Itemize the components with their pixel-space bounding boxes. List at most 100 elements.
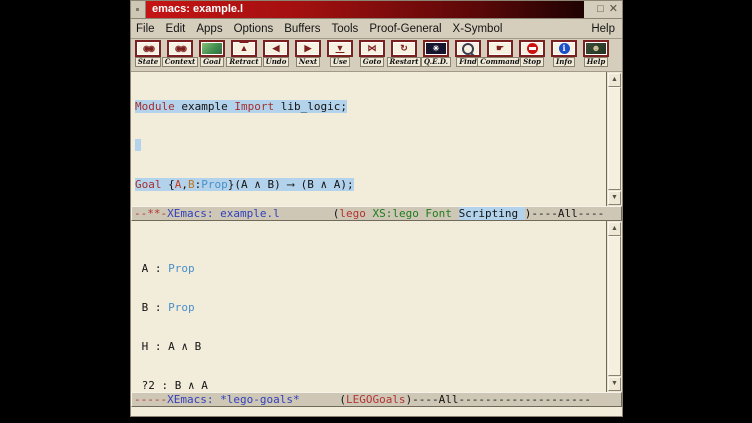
modeline-space xyxy=(452,207,459,220)
menu-item-options[interactable]: Options xyxy=(234,23,274,35)
window-menu-button[interactable] xyxy=(131,1,146,18)
menu-item-tools[interactable]: Tools xyxy=(331,23,358,35)
toolbar-label: Command xyxy=(477,57,523,67)
scrollbar-thumb[interactable] xyxy=(608,236,621,376)
toolbar-label: Q.E.D. xyxy=(421,57,451,67)
goal-token: Prop xyxy=(168,262,195,275)
next-right-icon: ▶ xyxy=(295,40,321,57)
goal-picture-icon xyxy=(199,40,225,57)
modeline-minor-modes: XS:lego Font xyxy=(372,207,451,220)
toolbar-label: Context xyxy=(162,57,198,67)
toolbar-label: Retract xyxy=(226,57,261,67)
up-triangle-glyph: ▲ xyxy=(240,42,249,55)
toolbar-label: Help xyxy=(584,57,609,67)
menu-item-help[interactable]: Help xyxy=(591,23,615,35)
goto-bowtie-icon: ⋈ xyxy=(359,40,385,57)
goal-token: A : xyxy=(135,262,168,275)
title-bar-red-area[interactable]: emacs: example.l xyxy=(146,1,584,18)
scrollbar-up-arrow-icon[interactable]: ▲ xyxy=(608,73,621,87)
menu-bar: File Edit Apps Options Buffers Tools Pro… xyxy=(131,19,622,39)
code-token: { xyxy=(162,178,175,191)
close-button[interactable]: ✕ xyxy=(609,4,618,15)
menu-item-proof-general[interactable]: Proof-General xyxy=(369,23,441,35)
menu-item-x-symbol[interactable]: X-Symbol xyxy=(453,23,503,35)
toolbar-label: Stop xyxy=(520,57,544,67)
code-token: , xyxy=(181,178,188,191)
scrollbar-up-arrow-icon[interactable]: ▲ xyxy=(608,222,621,236)
modeline-suffix: )----All---- xyxy=(525,207,604,220)
toolbar-button-stop[interactable]: Stop xyxy=(517,40,547,67)
code-line: Goal {A,B:Prop}(A ∧ B) ⟶ (B ∧ A); xyxy=(135,178,606,191)
toolbar-button-context[interactable]: ◉◉ Context xyxy=(165,40,195,67)
toolbar-button-command[interactable]: ☛ Command xyxy=(485,40,515,67)
code-token: }(A ∧ B) ⟶ (B ∧ A); xyxy=(228,178,354,191)
toolbar-label: Use xyxy=(330,57,351,67)
code-line xyxy=(135,139,606,152)
toolbar-label: Goto xyxy=(360,57,385,67)
script-buffer-pane: Module example Import lib_logic; Goal {A… xyxy=(131,72,622,206)
magnifier-glyph xyxy=(462,43,474,55)
script-buffer[interactable]: Module example Import lib_logic; Goal {A… xyxy=(131,72,606,206)
code-token: lib_logic; xyxy=(274,100,347,113)
no-entry-glyph xyxy=(527,43,538,54)
toolbar-button-qed[interactable]: ✳ Q.E.D. xyxy=(421,40,451,67)
goal-line: B : Prop xyxy=(135,301,606,314)
menu-item-buffers[interactable]: Buffers xyxy=(284,23,320,35)
toolbar-label: State xyxy=(135,57,162,67)
toolbar-button-next[interactable]: ▶ Next xyxy=(293,40,323,67)
menu-item-apps[interactable]: Apps xyxy=(196,23,222,35)
toolbar-button-goal[interactable]: Goal xyxy=(197,40,227,67)
modeline-buffer-name: XEmacs: *lego-goals* xyxy=(167,393,299,406)
goal-token: B : xyxy=(135,301,168,314)
maximize-button[interactable]: □ xyxy=(597,4,604,15)
stop-no-entry-icon xyxy=(519,40,545,57)
proof-toolbar: ◉◉ State ◉◉ Context Goal ▲ Retract ◀ Und… xyxy=(131,39,622,72)
code-line: Module example Import lib_logic; xyxy=(135,100,606,113)
menu-item-file[interactable]: File xyxy=(136,23,155,35)
modified-indicator: --**- xyxy=(134,207,167,220)
modeline-major-mode: lego xyxy=(339,207,366,220)
scrollbar-down-arrow-icon[interactable]: ▼ xyxy=(608,191,621,205)
toolbar-button-info[interactable]: i Info xyxy=(549,40,579,67)
find-magnifier-icon xyxy=(455,40,481,57)
toolbar-button-use[interactable]: ▼ Use xyxy=(325,40,355,67)
goals-modeline: -----XEmacs: *lego-goals* (LEGOGoals)---… xyxy=(131,392,622,407)
toolbar-button-retract[interactable]: ▲ Retract xyxy=(229,40,259,67)
toolbar-label: Undo xyxy=(263,57,290,67)
restart-circular-arrow-icon: ↻ xyxy=(391,40,417,57)
goals-buffer[interactable]: A : Prop B : Prop H : A ∧ B ?2 : B ∧ A xyxy=(131,221,606,392)
scrollbar-thumb[interactable] xyxy=(608,87,621,190)
code-token: B xyxy=(188,178,195,191)
goal-token: H : A ∧ B xyxy=(135,340,201,353)
code-token: Import xyxy=(234,100,274,113)
down-triangle-glyph: ▼ xyxy=(336,42,345,55)
scrollbar-down-arrow-icon[interactable]: ▼ xyxy=(608,377,621,391)
code-token: Prop xyxy=(201,178,228,191)
glasses-icon: ◉◉ xyxy=(167,40,193,57)
toolbar-button-undo[interactable]: ◀ Undo xyxy=(261,40,291,67)
goal-token: Prop xyxy=(168,301,195,314)
retract-up-icon: ▲ xyxy=(231,40,257,57)
toolbar-button-restart[interactable]: ↻ Restart xyxy=(389,40,419,67)
info-icon: i xyxy=(551,40,577,57)
title-bar[interactable]: emacs: example.l □ ✕ xyxy=(131,1,622,19)
glasses-icon: ◉◉ xyxy=(135,40,161,57)
window-controls: □ ✕ xyxy=(584,1,622,18)
toolbar-button-goto[interactable]: ⋈ Goto xyxy=(357,40,387,67)
toolbar-button-state[interactable]: ◉◉ State xyxy=(133,40,163,67)
goals-buffer-pane: A : Prop B : Prop H : A ∧ B ?2 : B ∧ A ▲… xyxy=(131,221,622,392)
modeline-suffix: )----All-------------------- xyxy=(406,393,591,406)
goals-scrollbar[interactable]: ▲ ▼ xyxy=(606,221,622,392)
code-token: example xyxy=(175,100,235,113)
modeline-paren: ( xyxy=(339,393,346,406)
echo-area[interactable] xyxy=(131,407,622,416)
menu-item-edit[interactable]: Edit xyxy=(166,23,186,35)
command-hand-icon: ☛ xyxy=(487,40,513,57)
goal-token: ?2 : B ∧ A xyxy=(135,379,208,392)
code-token: Goal xyxy=(135,178,162,191)
modeline-gap xyxy=(280,207,333,220)
toolbar-label: Info xyxy=(553,57,575,67)
script-scrollbar[interactable]: ▲ ▼ xyxy=(606,72,622,206)
toolbar-label: Next xyxy=(296,57,320,67)
toolbar-button-help[interactable]: ☻ Help xyxy=(581,40,611,67)
